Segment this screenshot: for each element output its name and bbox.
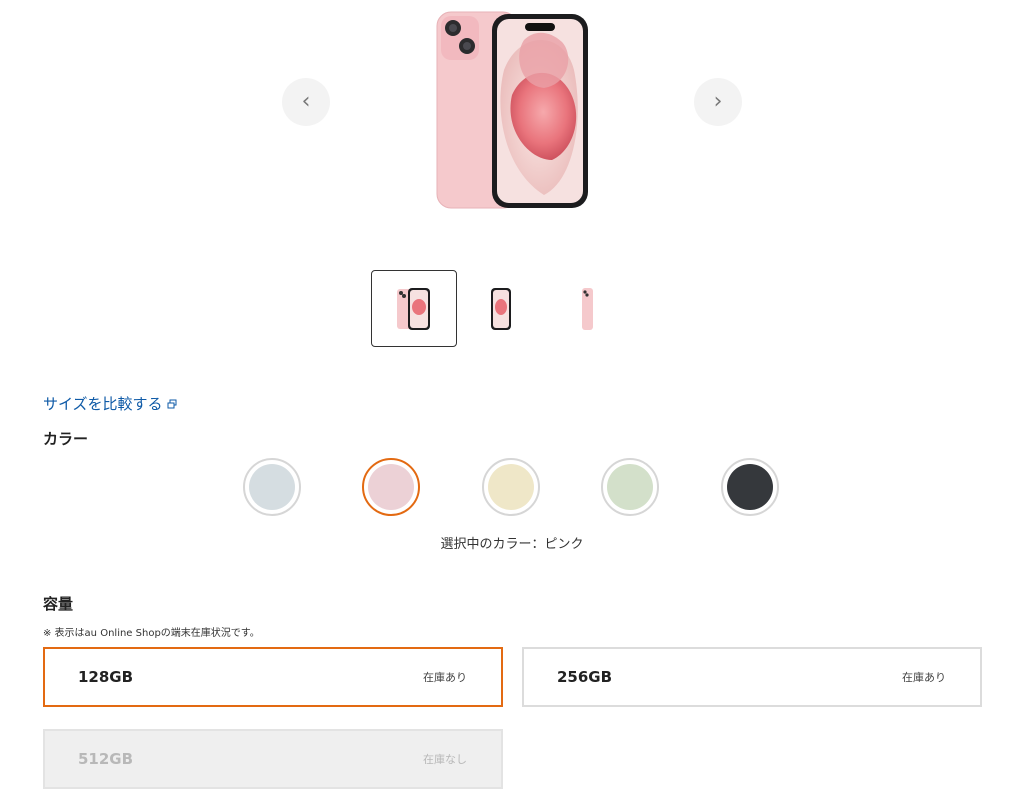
carousel-next-button[interactable]: › <box>694 78 742 126</box>
stock-status: 在庫あり <box>902 671 946 684</box>
storage-section-title: 容量 <box>43 595 74 613</box>
swatch-fill <box>727 464 773 510</box>
carousel-prev-button[interactable]: ‹ <box>282 78 330 126</box>
capacity-size: 512GB <box>78 750 134 768</box>
compare-size-label: サイズを比較する <box>43 395 163 413</box>
capacity-option-128gb[interactable]: 128GB 在庫あり <box>43 647 503 707</box>
chevron-right-icon: › <box>713 89 723 114</box>
color-section-title: カラー <box>43 430 89 448</box>
selected-color-text: 選択中のカラー：ピンク <box>440 537 584 552</box>
product-carousel: ‹ › <box>0 0 1024 240</box>
stock-status: 在庫なし <box>423 753 467 766</box>
capacity-option-256gb[interactable]: 256GB 在庫あり <box>522 647 982 707</box>
thumbnail-3[interactable] <box>544 270 630 347</box>
color-swatch-green[interactable] <box>601 458 659 516</box>
thumbnail-strip <box>371 270 631 348</box>
color-swatch-blue[interactable] <box>243 458 301 516</box>
capacity-option-512gb: 512GB 在庫なし <box>43 729 503 789</box>
thumbnail-1[interactable] <box>371 270 457 347</box>
swatch-fill <box>368 464 414 510</box>
product-image <box>436 11 588 209</box>
stock-status: 在庫あり <box>423 671 467 684</box>
chevron-left-icon: ‹ <box>301 89 311 114</box>
compare-size-link[interactable]: サイズを比較する <box>43 393 177 414</box>
stock-note: ※ 表示はau Online Shopの端末在庫状況です。 <box>43 628 260 639</box>
product-thumbnail-front-back <box>397 287 430 330</box>
external-link-icon <box>167 399 177 408</box>
swatch-fill <box>249 464 295 510</box>
color-swatch-pink[interactable] <box>362 458 420 516</box>
color-swatch-yellow[interactable] <box>482 458 540 516</box>
product-thumbnail-front <box>491 287 511 330</box>
capacity-size: 128GB <box>78 668 134 686</box>
color-swatch-black[interactable] <box>721 458 779 516</box>
product-thumbnail-back <box>582 287 593 330</box>
swatch-fill <box>607 464 653 510</box>
thumbnail-2[interactable] <box>458 270 544 347</box>
swatch-fill <box>488 464 534 510</box>
capacity-size: 256GB <box>557 668 613 686</box>
